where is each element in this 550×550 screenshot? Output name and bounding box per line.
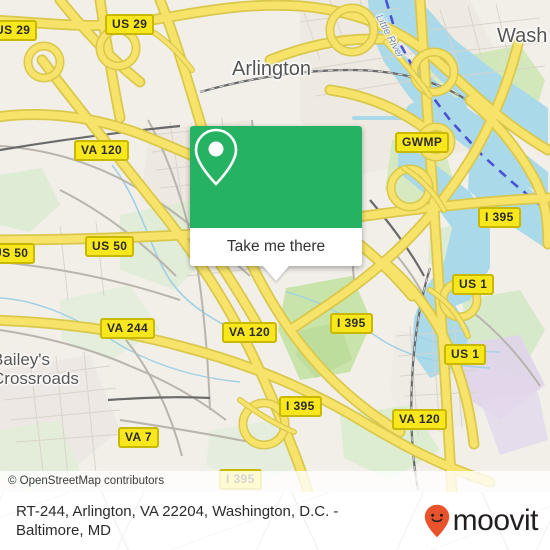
popup-action-text: Take me there [226,238,326,255]
address-text: RT-244, Arlington, VA 22204, Washington,… [16,503,339,539]
moovit-pin-icon [424,504,449,538]
take-me-there-popup[interactable]: Take me there [190,126,362,281]
route-shield-us50-b[interactable]: US 50 [0,243,36,264]
popup-pin-area [190,126,362,228]
popup-action-label[interactable]: Take me there [190,228,362,281]
route-shield-us29-b[interactable]: US 29 [0,20,38,41]
osm-attribution[interactable]: © OpenStreetMap contributors [0,471,550,492]
route-shield-us1-b[interactable]: US 1 [444,344,487,365]
map-canvas[interactable]: Arlington Wash Bailey's Crossroads Littl… [0,0,550,492]
moovit-logo[interactable]: moovit [424,504,539,538]
route-shield-gwmp[interactable]: GWMP [395,132,450,153]
location-pin-icon [194,128,238,186]
route-shield-va120-b[interactable]: VA 120 [222,322,278,343]
place-label-baileys-crossroads: Bailey's Crossroads [0,350,79,388]
route-shield-va7[interactable]: VA 7 [118,427,159,448]
popup-tail [263,266,289,281]
route-shield-us29-a[interactable]: US 29 [105,14,155,35]
footer-bar: RT-244, Arlington, VA 22204, Washington,… [0,492,550,550]
route-shield-us1-a[interactable]: US 1 [452,274,495,295]
place-label-washington: Wash [497,25,548,47]
route-shield-i395-b[interactable]: I 395 [279,396,322,417]
route-shield-va244[interactable]: VA 244 [100,318,156,339]
route-shield-i395-a[interactable]: I 395 [330,313,373,334]
moovit-map-screenshot: Arlington Wash Bailey's Crossroads Littl… [0,0,550,550]
moovit-wordmark: moovit [452,504,539,537]
route-shield-i395-d[interactable]: I 395 [478,207,521,228]
place-label-arlington: Arlington [232,58,311,80]
route-shield-va120-c[interactable]: VA 120 [392,409,448,430]
route-shield-va120-a[interactable]: VA 120 [74,140,130,161]
route-shield-us50-a[interactable]: US 50 [85,236,135,257]
